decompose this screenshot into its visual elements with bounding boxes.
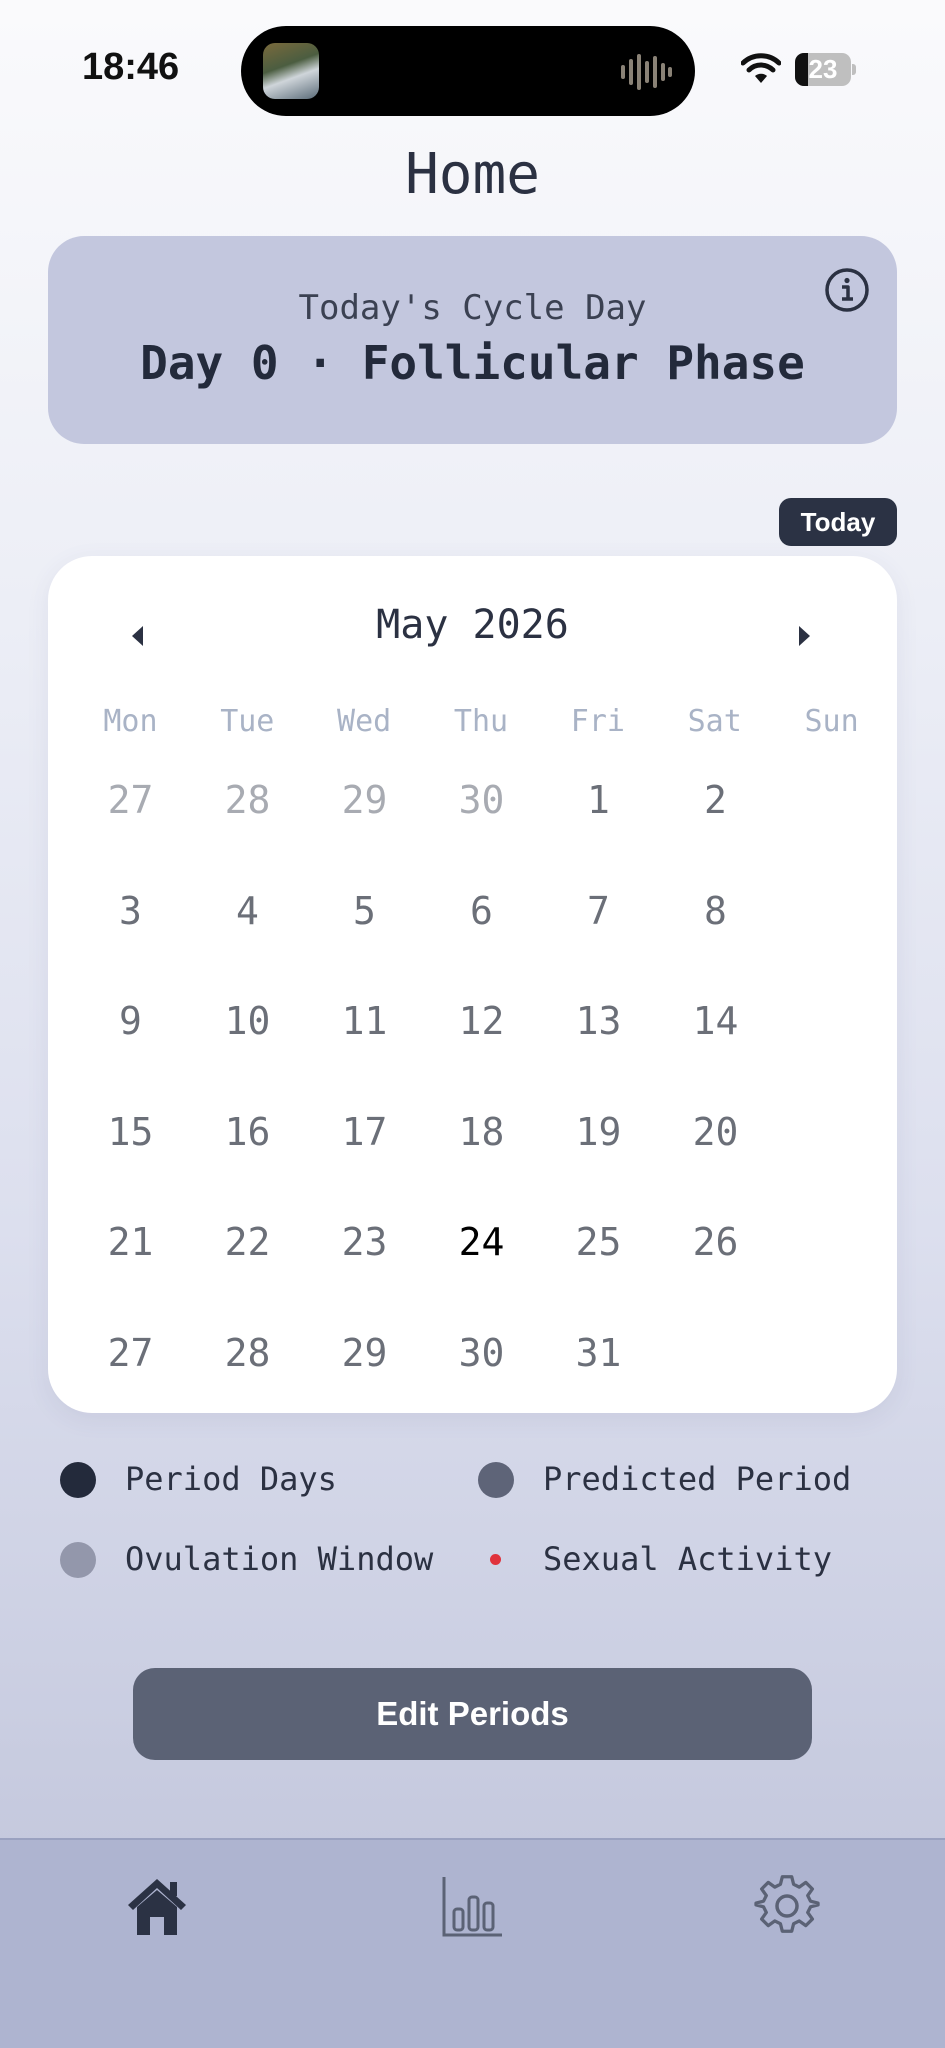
legend-color-dot	[60, 1462, 96, 1498]
weekday-label: Wed	[337, 704, 392, 739]
calendar-day-today[interactable]: 24	[423, 1220, 540, 1331]
calendar-day[interactable]: 3	[72, 889, 189, 1000]
weekday-label: Thu	[453, 704, 509, 739]
cycle-day-value: Day 0 · Follicular Phase	[140, 336, 805, 390]
calendar-day[interactable]: 20	[657, 1110, 774, 1221]
calendar-day[interactable]: 12	[423, 999, 540, 1110]
calendar-day[interactable]: 21	[72, 1220, 189, 1331]
calendar-day[interactable]: 10	[189, 999, 306, 1110]
battery-indicator: 23	[795, 53, 856, 86]
calendar-day[interactable]: 13	[540, 999, 657, 1110]
calendar-day[interactable]: 27	[72, 778, 189, 889]
page-title: Home	[405, 142, 540, 207]
weekday-label: Sun	[804, 704, 859, 739]
calendar-day[interactable]: 6	[423, 889, 540, 1000]
calendar-day[interactable]: 28	[189, 778, 306, 889]
calendar-day[interactable]: 1	[540, 778, 657, 889]
next-month-icon[interactable]	[780, 612, 828, 660]
calendar-day[interactable]: 5	[306, 889, 423, 1000]
calendar-day[interactable]: 17	[306, 1110, 423, 1221]
calendar-day[interactable]: 15	[72, 1110, 189, 1221]
calendar-day[interactable]: 23	[306, 1220, 423, 1331]
weekday-label: Tue	[220, 704, 275, 739]
weekday-label: Mon	[103, 704, 158, 739]
now-playing-artwork	[263, 43, 319, 99]
calendar-day[interactable]: 27	[72, 1331, 189, 1442]
calendar-day[interactable]: 14	[657, 999, 774, 1110]
legend-label: Predicted Period	[543, 1460, 852, 1498]
cycle-day-label: Today's Cycle Day	[298, 288, 647, 328]
legend-color-dot	[60, 1542, 96, 1578]
calendar-day[interactable]: 29	[306, 1331, 423, 1442]
calendar-day[interactable]: 7	[540, 889, 657, 1000]
calendar-day[interactable]: 8	[657, 889, 774, 1000]
calendar: May 2026 Mon Tue Wed Thu Fri Sat Sun 27 28 29 30 1…	[48, 556, 897, 1413]
cycle-day-card: Today's Cycle Day Day 0 · Follicular Pha…	[48, 236, 897, 444]
legend-label: Ovulation Window	[125, 1540, 434, 1578]
calendar-day[interactable]: 30	[423, 778, 540, 889]
legend-color-dot	[478, 1462, 514, 1498]
calendar-day[interactable]: 4	[189, 889, 306, 1000]
gear-icon[interactable]	[754, 1873, 820, 1939]
tab-bar	[0, 1838, 945, 2048]
calendar-day[interactable]: 22	[189, 1220, 306, 1331]
weekday-label: Fri	[570, 704, 625, 739]
home-icon[interactable]	[124, 1873, 190, 1939]
edit-periods-button[interactable]: Edit Periods	[133, 1668, 812, 1760]
calendar-day[interactable]: 9	[72, 999, 189, 1110]
calendar-day[interactable]: 25	[540, 1220, 657, 1331]
calendar-grid: 27 28 29 30 1 2 3 4 5 6 7 8 9 10 11 12 13 14 15 16 17 18 19 20 2…	[72, 778, 890, 1441]
weekday-header: Mon Tue Wed Thu Fri Sat Sun	[72, 704, 890, 739]
calendar-day[interactable]: 26	[657, 1220, 774, 1331]
bar-chart-icon[interactable]	[440, 1873, 506, 1939]
calendar-day[interactable]: 18	[423, 1110, 540, 1221]
calendar-day[interactable]: 29	[306, 778, 423, 889]
battery-level: 23	[808, 54, 838, 84]
legend-label: Sexual Activity	[543, 1540, 832, 1578]
calendar-month-label: May 2026	[376, 602, 569, 648]
calendar-day[interactable]: 31	[540, 1331, 657, 1442]
today-button[interactable]: Today	[779, 498, 897, 546]
legend-label: Period Days	[125, 1460, 337, 1498]
calendar-day[interactable]: 2	[657, 778, 774, 889]
calendar-day[interactable]: 11	[306, 999, 423, 1110]
legend-color-dot	[490, 1554, 501, 1565]
calendar-day[interactable]: 19	[540, 1110, 657, 1221]
calendar-day[interactable]: 30	[423, 1331, 540, 1442]
weekday-label: Sat	[687, 704, 742, 739]
dynamic-island	[241, 26, 695, 116]
calendar-day[interactable]: 16	[189, 1110, 306, 1221]
audio-waveform-icon	[621, 54, 672, 90]
info-icon[interactable]	[823, 266, 871, 314]
status-time: 18:46	[82, 46, 180, 88]
calendar-day[interactable]: 28	[189, 1331, 306, 1442]
wifi-icon	[741, 53, 781, 83]
